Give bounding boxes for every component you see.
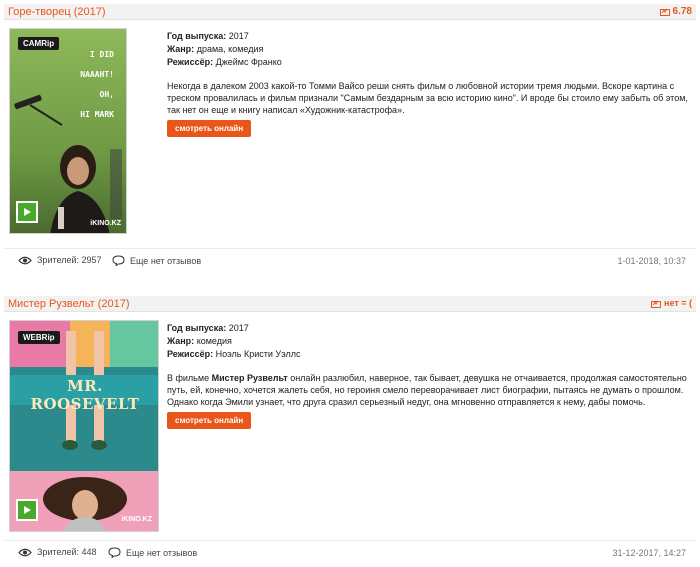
post-date: 31-12-2017, 14:27	[612, 548, 686, 558]
card-header: Мистер Рузвельт (2017) нет = (	[4, 296, 696, 312]
director-value: Ноэль Кристи Уэллс	[215, 349, 301, 359]
rating-box: 6.78	[659, 6, 692, 17]
year-value: 2017	[228, 323, 249, 333]
director-label: Режиссёр:	[167, 349, 214, 359]
card-header: Горе-творец (2017) 6.78	[4, 4, 696, 20]
viewers-count: Зрителей: 2957	[18, 255, 102, 265]
viewers-count: Зрителей: 448	[18, 547, 97, 557]
quality-badge: WEBRip	[18, 331, 60, 344]
movie-info: Год выпуска: 2017 Жанр: драма, комедия Р…	[167, 30, 692, 137]
movie-card: Мистер Рузвельт (2017) нет = (WEBRip MR…	[4, 296, 696, 564]
rating-icon	[659, 8, 670, 16]
poster-caption: I DID NAAAHT! OH, HI MARK	[80, 50, 114, 119]
year-label: Год выпуска:	[167, 323, 227, 333]
year-label: Год выпуска:	[167, 31, 227, 41]
genre-label: Жанр:	[167, 336, 195, 346]
watch-online-button[interactable]: смотреть онлайн	[167, 120, 252, 137]
movie-description: В фильме Мистер Рузвельт онлайн разлюбил…	[167, 373, 687, 407]
director-label: Режиссёр:	[167, 57, 214, 67]
watch-online-button[interactable]: смотреть онлайн	[167, 412, 252, 429]
eye-icon	[18, 256, 32, 264]
rating-value: нет = (	[664, 298, 692, 308]
poster-title: MR. ROOSEVELT	[30, 377, 140, 413]
post-date: 1-01-2018, 10:37	[617, 256, 686, 266]
reviews-link[interactable]: Еще нет отзывов	[108, 547, 197, 558]
movie-title-link[interactable]: Горе-творец (2017)	[8, 6, 106, 18]
movie-card: Горе-творец (2017) 6.78 CAMRip I DID NAA…	[4, 4, 696, 272]
reviews-link[interactable]: Еще нет отзывов	[112, 255, 201, 266]
genre-value: драма, комедия	[196, 44, 264, 54]
card-footer: Зрителей: 2957 Еще нет отзывов 1-01-2018…	[4, 248, 696, 270]
movie-poster[interactable]: WEBRip MR. ROOSEVELT iKINO.KZ	[9, 320, 159, 532]
director-value: Джеймс Франко	[215, 57, 282, 67]
rating-box: нет = (	[651, 298, 692, 308]
movie-title-link[interactable]: Мистер Рузвельт (2017)	[8, 298, 130, 310]
eye-icon	[18, 548, 32, 556]
card-footer: Зрителей: 448 Еще нет отзывов 31-12-2017…	[4, 540, 696, 562]
genre-value: комедия	[196, 336, 232, 346]
movie-poster[interactable]: CAMRip I DID NAAAHT! OH, HI MARK iKINO.K…	[9, 28, 127, 234]
movie-info: Год выпуска: 2017 Жанр: комедия Режиссёр…	[167, 322, 692, 429]
rating-icon	[651, 300, 662, 308]
comment-icon	[108, 547, 121, 558]
play-icon[interactable]	[16, 201, 38, 223]
year-value: 2017	[228, 31, 249, 41]
play-icon[interactable]	[16, 499, 38, 521]
site-watermark: iKINO.KZ	[90, 220, 121, 227]
site-watermark: iKINO.KZ	[121, 516, 152, 523]
comment-icon	[112, 255, 125, 266]
rating-value: 6.78	[672, 6, 692, 17]
movie-description: Некогда в далеком 2003 какой-то Томми Ва…	[167, 81, 688, 115]
genre-label: Жанр:	[167, 44, 195, 54]
